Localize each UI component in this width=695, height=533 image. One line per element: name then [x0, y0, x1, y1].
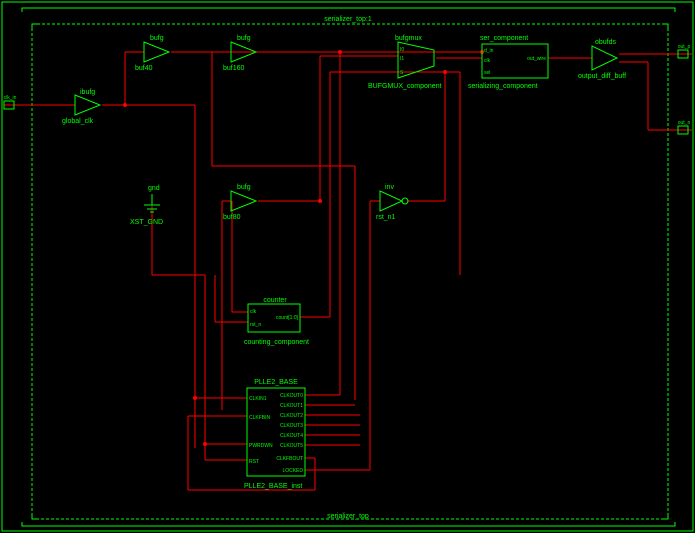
bufgmux-component[interactable]: bufgmux BUFGMUX_component I0 I1 S [368, 35, 442, 90]
schematic-canvas: serializer_top:1 serializer_top [0, 0, 695, 533]
svg-text:inv: inv [385, 184, 394, 191]
svg-text:RST: RST [249, 459, 259, 465]
svg-text:out_wire: out_wire [527, 56, 546, 62]
svg-text:LOCKED: LOCKED [282, 468, 303, 474]
svg-text:bufg: bufg [150, 35, 164, 42]
svg-text:buf80: buf80 [223, 214, 241, 221]
svg-text:I0: I0 [400, 47, 404, 53]
svg-text:PWRDWN: PWRDWN [249, 443, 273, 449]
buf160-component[interactable]: bufg buf160 [223, 35, 256, 72]
svg-text:global_clk: global_clk [62, 118, 94, 125]
svg-text:bufg: bufg [237, 35, 251, 42]
svg-text:count[1:0]: count[1:0] [276, 315, 299, 321]
inv-component[interactable]: inv rst_n1 [376, 184, 408, 221]
svg-text:bufg: bufg [237, 184, 251, 191]
svg-text:CLKOUT1: CLKOUT1 [280, 403, 303, 409]
svg-text:CLKOUT3: CLKOUT3 [280, 423, 303, 429]
svg-text:counter: counter [263, 297, 287, 304]
svg-text:CLKIN1: CLKIN1 [249, 396, 267, 402]
outer-top-bracket [22, 8, 675, 12]
svg-text:bufgmux: bufgmux [395, 35, 422, 42]
svg-text:d_in: d_in [484, 48, 494, 54]
module-footer: serializer_top [327, 513, 369, 520]
buf40-component[interactable]: bufg buf40 [135, 35, 169, 72]
svg-text:gnd: gnd [148, 185, 160, 192]
svg-text:ibufg: ibufg [80, 89, 95, 96]
pll-component[interactable]: PLLE2_BASE PLLE2_BASE_inst CLKIN1 CLKFBI… [244, 379, 305, 490]
svg-text:rst_n: rst_n [250, 322, 261, 328]
svg-text:buf40: buf40 [135, 65, 153, 72]
svg-text:CLKOUT5: CLKOUT5 [280, 443, 303, 449]
svg-text:out_n: out_n [678, 120, 691, 126]
svg-text:rst_n1: rst_n1 [376, 214, 396, 221]
svg-text:I1: I1 [400, 56, 404, 62]
svg-text:clk_in: clk_in [4, 95, 17, 101]
module-title: serializer_top:1 [324, 16, 372, 23]
svg-text:serializing_component: serializing_component [468, 83, 538, 90]
obufds-component[interactable]: obufds output_diff_buff [578, 39, 626, 80]
svg-text:CLKOUT4: CLKOUT4 [280, 433, 303, 439]
gnd-component[interactable]: gnd XST_GND [130, 185, 163, 226]
svg-text:CLKOUT2: CLKOUT2 [280, 413, 303, 419]
svg-text:out_p: out_p [678, 44, 691, 50]
counter-component[interactable]: counter counting_component clk rst_n cou… [244, 297, 309, 346]
svg-text:obufds: obufds [595, 39, 617, 46]
outer-border [2, 2, 693, 531]
svg-text:PLLE2_BASE_inst: PLLE2_BASE_inst [244, 483, 302, 490]
svg-text:PLLE2_BASE: PLLE2_BASE [254, 379, 298, 386]
svg-text:sel: sel [484, 70, 490, 76]
svg-text:CLKFBOUT: CLKFBOUT [276, 456, 303, 462]
buf80-component[interactable]: bufg buf80 [223, 184, 256, 221]
ser-component[interactable]: ser_component serializing_component d_in… [468, 35, 548, 90]
svg-text:CLKFBIN: CLKFBIN [249, 415, 271, 421]
svg-text:clk: clk [250, 309, 257, 315]
svg-text:BUFGMUX_component: BUFGMUX_component [368, 83, 442, 90]
outer-bottom-bracket [22, 522, 675, 526]
svg-text:clk: clk [484, 58, 491, 64]
svg-text:buf160: buf160 [223, 65, 245, 72]
svg-text:output_diff_buff: output_diff_buff [578, 73, 626, 80]
svg-text:CLKOUT0: CLKOUT0 [280, 393, 303, 399]
svg-text:S: S [400, 70, 404, 76]
svg-text:XST_GND: XST_GND [130, 219, 163, 226]
svg-text:ser_component: ser_component [480, 35, 528, 42]
svg-text:counting_component: counting_component [244, 339, 309, 346]
ibufg-component[interactable]: ibufg global_clk [62, 89, 100, 125]
